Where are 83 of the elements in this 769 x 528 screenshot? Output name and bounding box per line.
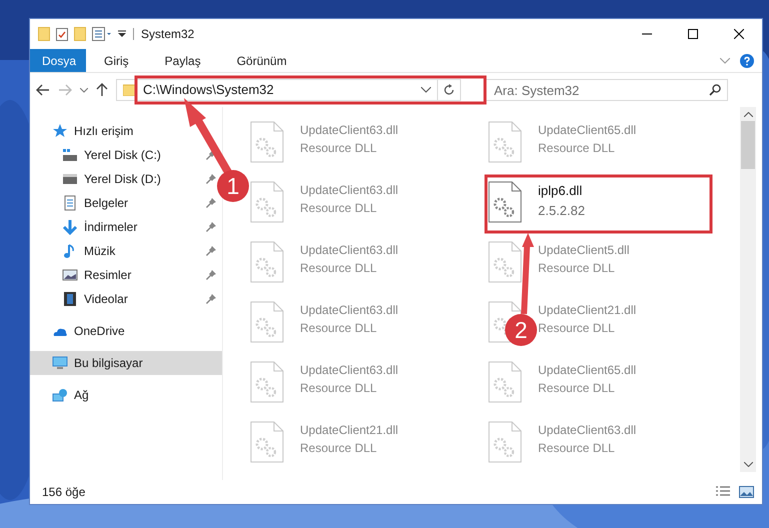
file-detail: Resource DLL <box>300 440 378 457</box>
sidebar-item[interactable]: Belgeler <box>62 191 132 215</box>
scrollbar[interactable] <box>740 107 756 472</box>
file-detail: Resource DLL <box>300 260 378 277</box>
sidebar-item[interactable]: Hızlı erişim <box>30 119 222 143</box>
file-detail: Resource DLL <box>300 380 378 397</box>
file-detail: Resource DLL <box>538 380 616 397</box>
forward-arrow-icon[interactable] <box>58 84 72 96</box>
file-name[interactable]: UpdateClient5.dll <box>538 241 630 259</box>
pin-icon[interactable] <box>206 294 216 304</box>
file-detail: Resource DLL <box>538 260 616 277</box>
sidebar-item[interactable]: Resimler <box>62 263 136 287</box>
customize-dropdown-icon[interactable] <box>118 30 126 38</box>
download-arrow-icon <box>62 219 78 235</box>
file-detail: Resource DLL <box>538 440 616 457</box>
details-view-icon[interactable] <box>715 486 731 498</box>
pin-icon[interactable] <box>206 198 216 208</box>
window-title: System32 <box>141 26 194 43</box>
file-name[interactable]: UpdateClient21.dll <box>300 421 398 439</box>
large-icons-view-icon[interactable] <box>739 486 754 498</box>
gear-file-icon[interactable] <box>488 181 522 223</box>
pin-icon[interactable] <box>206 246 216 256</box>
scroll-thumb[interactable] <box>741 121 755 169</box>
sidebar-item[interactable]: Bu bilgisayar <box>30 351 222 375</box>
refresh-icon[interactable] <box>443 84 455 96</box>
file-name[interactable]: UpdateClient63.dll <box>300 301 398 319</box>
file-detail: Resource DLL <box>300 140 378 157</box>
drive-icon <box>62 147 78 163</box>
back-arrow-icon[interactable] <box>36 84 50 96</box>
sidebar-item[interactable]: İndirmeler <box>62 215 142 239</box>
scroll-up-icon[interactable] <box>744 112 752 117</box>
drive-icon <box>62 171 78 187</box>
step-number-badge: 1 <box>217 170 249 202</box>
chevron-down-icon[interactable] <box>421 87 431 93</box>
file-name[interactable]: UpdateClient21.dll <box>538 301 636 319</box>
sidebar-item[interactable]: Müzik <box>62 239 120 263</box>
sidebar-item[interactable]: Ağ <box>30 383 222 407</box>
sidebar-item[interactable]: Videolar <box>62 287 132 311</box>
document-icon <box>62 195 78 211</box>
up-arrow-icon[interactable] <box>96 83 108 97</box>
maximize-icon <box>688 29 698 39</box>
address-bar[interactable]: C:\Windows\System32 <box>116 79 461 101</box>
file-name[interactable]: UpdateClient63.dll <box>300 241 398 259</box>
file-name[interactable]: UpdateClient63.dll <box>300 121 398 139</box>
film-icon <box>62 291 78 307</box>
file-detail: Resource DLL <box>300 200 378 217</box>
star-icon <box>52 123 68 139</box>
search-icon[interactable] <box>709 84 721 96</box>
close-icon <box>734 29 744 39</box>
file-name[interactable]: UpdateClient63.dll <box>538 421 636 439</box>
file-name[interactable]: UpdateClient63.dll <box>300 361 398 379</box>
minimize-icon <box>642 33 652 35</box>
sidebar-item[interactable]: Yerel Disk (C:) <box>62 143 165 167</box>
file-detail: Resource DLL <box>538 320 616 337</box>
picture-icon <box>62 267 78 283</box>
file-name[interactable]: UpdateClient63.dll <box>300 181 398 199</box>
file-name[interactable]: UpdateClient65.dll <box>538 361 636 379</box>
scroll-down-icon[interactable] <box>744 462 752 467</box>
network-icon <box>52 387 68 403</box>
pin-icon[interactable] <box>206 174 216 184</box>
file-detail: Resource DLL <box>300 320 378 337</box>
pin-icon[interactable] <box>206 150 216 160</box>
address-text: C:\Windows\System32 <box>143 81 274 100</box>
recent-dropdown-icon[interactable] <box>80 88 88 92</box>
file-name[interactable]: iplp6.dll <box>538 181 585 200</box>
step-number-badge: 2 <box>505 314 537 346</box>
properties-icon[interactable] <box>92 27 112 41</box>
sidebar-item[interactable]: OneDrive <box>30 319 222 343</box>
sidebar-item[interactable]: Yerel Disk (D:) <box>62 167 165 191</box>
checklist-icon[interactable] <box>56 27 68 41</box>
ribbon-tab[interactable]: Görünüm <box>218 49 305 72</box>
monitor-icon <box>52 355 68 371</box>
ribbon-tab[interactable]: Giriş <box>86 49 147 72</box>
file-detail: Resource DLL <box>538 140 616 157</box>
pin-icon[interactable] <box>206 222 216 232</box>
file-name[interactable]: UpdateClient65.dll <box>538 121 636 139</box>
file-detail: 2.5.2.82 <box>538 202 585 220</box>
pin-icon[interactable] <box>206 270 216 280</box>
help-icon[interactable] <box>740 54 754 68</box>
ribbon-tab[interactable]: Dosya <box>30 49 86 72</box>
item-count: 156 öğe <box>42 484 86 501</box>
search-field[interactable]: Ara: System32 <box>485 79 728 101</box>
ribbon-tab[interactable]: Paylaş <box>146 49 219 72</box>
